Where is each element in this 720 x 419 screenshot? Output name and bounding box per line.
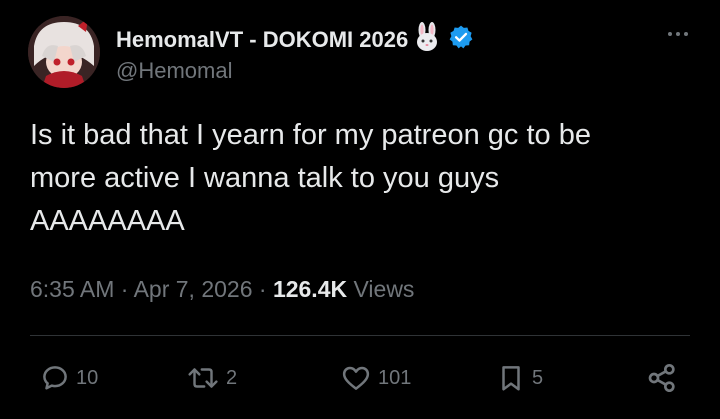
like-button[interactable]: 101 [340, 360, 411, 396]
like-count: 101 [378, 366, 412, 389]
bookmark-icon [496, 362, 526, 394]
more-options-icon[interactable] [660, 24, 696, 44]
share-button[interactable] [646, 360, 678, 396]
reply-count: 10 [76, 366, 99, 389]
reply-button[interactable]: 10 [40, 360, 98, 396]
bookmark-count: 5 [532, 366, 544, 389]
views-label: Views [353, 276, 415, 302]
more-dot [684, 32, 688, 36]
tweet-text: Is it bad that I yearn for my patreon gc… [30, 119, 591, 237]
heart-icon [340, 363, 372, 393]
reply-icon [40, 363, 70, 393]
tweet-meta: 6:35 AM · Apr 7, 2026 · 126.4K Views [30, 276, 414, 303]
retweet-icon [186, 363, 220, 393]
retweet-button[interactable]: 2 [186, 360, 237, 396]
meta-separator: · [252, 276, 273, 302]
user-handle[interactable]: @Hemomal [116, 58, 232, 84]
meta-separator: · [114, 276, 134, 302]
more-dot [676, 32, 680, 36]
more-dot [668, 32, 672, 36]
avatar[interactable] [28, 16, 100, 88]
verified-badge-icon[interactable] [448, 24, 474, 56]
views-count: 126.4K [272, 276, 348, 302]
tweet-date[interactable]: Apr 7, 2026 [134, 276, 253, 302]
rabbit-emoji-icon [412, 22, 442, 58]
bookmark-button[interactable]: 5 [496, 360, 543, 396]
display-name[interactable]: HemomalVT - DOKOMI 2026 [116, 22, 474, 58]
retweet-count: 2 [226, 366, 238, 389]
display-name-text: HemomalVT - DOKOMI 2026 [116, 27, 409, 52]
divider [30, 335, 690, 336]
share-icon [646, 362, 678, 394]
tweet-time[interactable]: 6:35 AM [30, 276, 114, 302]
